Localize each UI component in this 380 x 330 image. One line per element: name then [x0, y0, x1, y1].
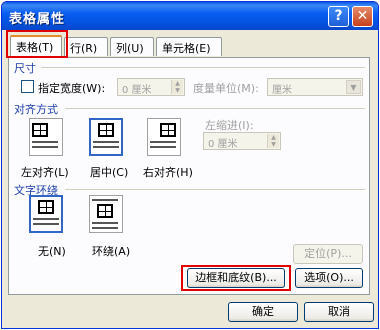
preferred-width-checkbox[interactable]	[21, 80, 34, 93]
cancel-button[interactable]: 取消	[304, 302, 374, 322]
size-divider	[41, 67, 365, 68]
text-lines-icon	[92, 199, 118, 201]
close-button[interactable]: ✕	[352, 6, 373, 27]
preferred-width-label: 指定宽度(W):	[38, 82, 106, 95]
text-lines-icon	[150, 141, 176, 143]
align-right-option[interactable]	[147, 118, 181, 156]
size-section-title: 尺寸	[14, 62, 36, 75]
tab-row[interactable]: 行(R)	[64, 37, 108, 56]
align-right-label: 右对齐(H)	[143, 166, 193, 179]
unit-label: 度量单位(M):	[193, 82, 259, 95]
spin-down-icon[interactable]: ▼	[267, 141, 279, 148]
wrap-none-option[interactable]	[29, 195, 63, 233]
preferred-width-value: 0 厘米	[122, 85, 152, 96]
unit-value: 厘米	[272, 85, 292, 96]
spin-up-icon[interactable]: ▲	[171, 80, 183, 87]
text-lines-icon	[92, 227, 118, 229]
tab-panel-table: 尺寸 指定宽度(W): 0 厘米 ▲ ▼ 度量单位(M): 厘米 ▼ 对齐方式 …	[8, 57, 370, 295]
indent-label: 左缩进(I):	[205, 119, 254, 132]
chevron-down-icon[interactable]: ▼	[346, 80, 361, 94]
alignment-section-title: 对齐方式	[14, 103, 58, 116]
unit-select[interactable]: 厘米 ▼	[267, 78, 363, 96]
wrapping-divider	[65, 189, 365, 190]
wrap-none-icon	[38, 200, 54, 214]
ok-button[interactable]: 确定	[228, 302, 298, 322]
table-properties-dialog: 表格属性 ? ✕ 表格(T) 行(R) 列(U) 单元格(E) 尺寸 指定宽度(…	[1, 1, 379, 329]
preferred-width-spinner[interactable]: 0 厘米 ▲ ▼	[117, 78, 185, 96]
tab-column[interactable]: 列(U)	[110, 37, 154, 56]
text-lines-icon	[33, 223, 59, 225]
spin-down-icon[interactable]: ▼	[171, 87, 183, 94]
text-lines-icon	[150, 146, 176, 148]
highlight-box-borders-button	[181, 265, 291, 291]
highlight-box-table-tab	[6, 30, 68, 58]
tab-cell[interactable]: 单元格(E)	[156, 37, 222, 56]
align-center-icon	[98, 123, 114, 137]
text-lines-icon	[93, 146, 119, 148]
indent-value: 0 厘米	[208, 139, 238, 150]
align-center-option[interactable]	[89, 118, 123, 156]
spin-up-icon[interactable]: ▲	[267, 134, 279, 141]
title-bar[interactable]: 表格属性 ? ✕	[2, 2, 378, 30]
align-left-icon	[32, 123, 48, 137]
dialog-title: 表格属性	[9, 12, 66, 27]
wrap-none-label: 无(N)	[38, 245, 66, 258]
indent-spinner[interactable]: 0 厘米 ▲ ▼	[203, 132, 281, 150]
text-lines-icon	[32, 141, 58, 143]
text-lines-icon	[32, 146, 58, 148]
align-center-label: 居中(C)	[90, 166, 129, 179]
text-lines-icon	[33, 218, 59, 220]
wrap-around-label: 环绕(A)	[92, 245, 131, 258]
wrap-around-icon	[97, 204, 113, 218]
wrap-around-option[interactable]	[89, 195, 123, 233]
help-button[interactable]: ?	[328, 6, 349, 27]
align-left-option[interactable]	[29, 118, 63, 156]
options-button[interactable]: 选项(O)...	[295, 268, 363, 288]
alignment-divider	[65, 108, 365, 109]
align-left-label: 左对齐(L)	[21, 166, 69, 179]
position-button[interactable]: 定位(P)...	[293, 244, 363, 264]
text-lines-icon	[93, 141, 119, 143]
text-lines-icon	[92, 222, 118, 224]
align-right-icon	[160, 123, 176, 137]
